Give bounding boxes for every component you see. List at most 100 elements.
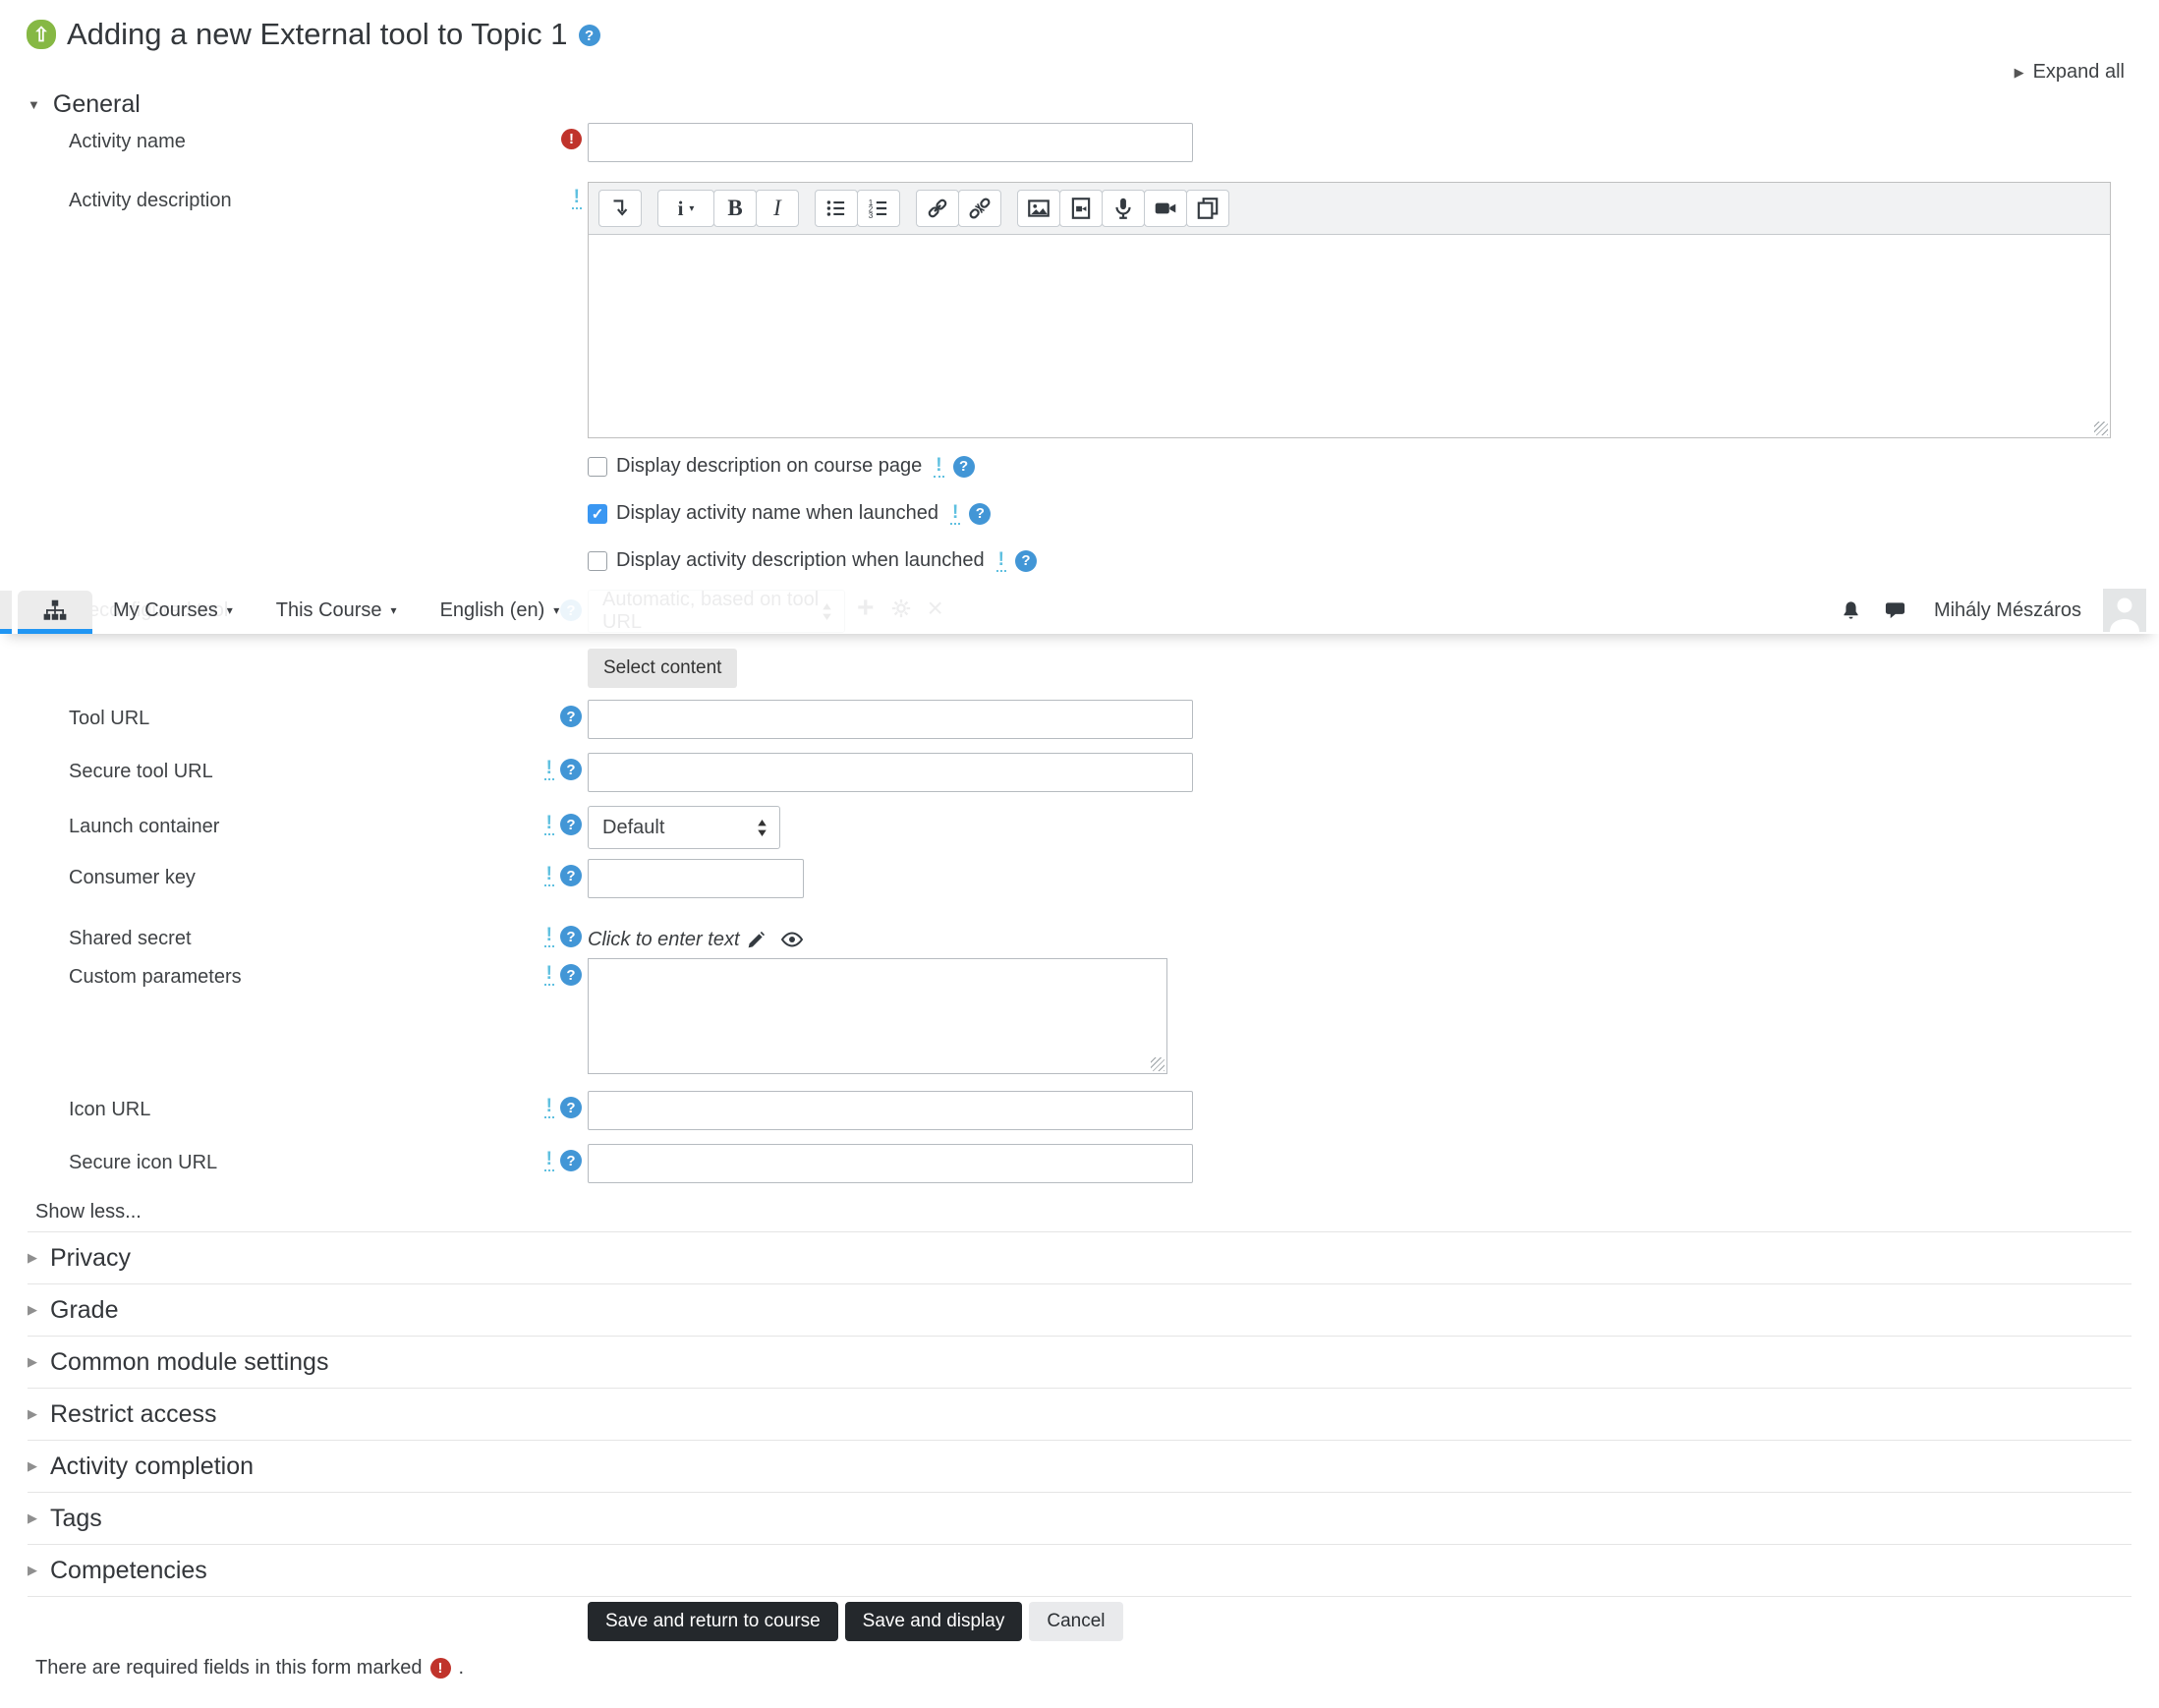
checkbox-label: Display activity name when launched xyxy=(616,502,938,524)
checkbox-row-display-description: Display description on course page ! ? xyxy=(588,455,975,478)
save-and-return-button[interactable]: Save and return to course xyxy=(588,1602,838,1641)
section-activity-completion[interactable]: ▶ Activity completion xyxy=(0,1441,2159,1492)
record-video-icon[interactable] xyxy=(1144,190,1187,227)
unordered-list-icon[interactable] xyxy=(815,190,858,227)
help-icon[interactable]: ? xyxy=(560,814,582,835)
display-description-checkbox[interactable] xyxy=(588,456,607,477)
advanced-icon: ! xyxy=(934,454,944,478)
help-icon[interactable]: ? xyxy=(560,1097,582,1118)
select-caret-icon xyxy=(757,819,767,836)
show-less-link[interactable]: Show less... xyxy=(35,1201,142,1224)
icon-url-input[interactable] xyxy=(588,1091,1193,1130)
nav-item-my-courses[interactable]: My Courses ▾ xyxy=(113,599,233,622)
messages-chat-icon[interactable] xyxy=(1884,599,1906,622)
user-name[interactable]: Mihály Mészáros xyxy=(1934,599,2081,622)
select-content-button[interactable]: Select content xyxy=(588,649,738,688)
help-icon[interactable]: ? xyxy=(1014,549,1037,572)
help-icon[interactable]: ? xyxy=(560,706,582,727)
chevron-down-icon: ▾ xyxy=(553,603,560,617)
manage-files-icon[interactable] xyxy=(1186,190,1229,227)
form-action-buttons: Save and return to course Save and displ… xyxy=(588,1602,1123,1641)
launch-container-select[interactable]: Default xyxy=(588,806,780,849)
help-icon[interactable]: ? xyxy=(952,455,975,478)
navbar: My Courses ▾ This Course ▾ English (en) … xyxy=(0,587,2159,634)
expand-all-arrow-icon: ▶ xyxy=(2014,64,2024,80)
editor-toolbar: i ▾ B I 123 xyxy=(589,183,2110,235)
icon-url-label: Icon URL xyxy=(69,1099,151,1120)
expand-all-link[interactable]: ▶ Expand all xyxy=(2015,61,2125,84)
activity-name-input[interactable] xyxy=(588,123,1193,162)
field-row-consumer-key: Consumer key ! ? xyxy=(0,859,2159,904)
paragraph-style-icon[interactable]: i ▾ xyxy=(657,190,714,227)
advanced-icon: ! xyxy=(949,501,961,525)
nav-tab-cutoff[interactable] xyxy=(0,591,12,634)
secure-icon-url-input[interactable] xyxy=(588,1144,1193,1183)
help-icon[interactable]: ? xyxy=(560,964,582,986)
help-icon[interactable]: ? xyxy=(560,926,582,947)
section-privacy[interactable]: ▶ Privacy xyxy=(0,1232,2159,1283)
bold-icon[interactable]: B xyxy=(713,190,757,227)
description-edit-area[interactable] xyxy=(589,235,2110,437)
insert-link-icon[interactable] xyxy=(916,190,959,227)
sitemap-icon xyxy=(42,598,68,623)
secure-tool-url-label: Secure tool URL xyxy=(69,761,213,782)
insert-image-icon[interactable] xyxy=(1017,190,1060,227)
display-activity-description-checkbox[interactable] xyxy=(588,550,607,571)
insert-media-icon[interactable] xyxy=(1059,190,1103,227)
section-tags[interactable]: ▶ Tags xyxy=(0,1493,2159,1544)
nav-tab-sitemap[interactable] xyxy=(18,591,92,634)
help-icon[interactable]: ? xyxy=(560,1150,582,1171)
field-row-icon-url: Icon URL ! ? xyxy=(0,1091,2159,1136)
collapse-toolbar-icon[interactable] xyxy=(598,190,642,227)
title-help-icon[interactable]: ? xyxy=(578,25,600,46)
advanced-icon: ! xyxy=(995,548,1006,572)
advanced-icon: ! xyxy=(543,1149,554,1171)
collapsed-arrow-icon: ▶ xyxy=(28,1354,37,1369)
record-audio-icon[interactable] xyxy=(1102,190,1145,227)
section-competencies[interactable]: ▶ Competencies xyxy=(0,1545,2159,1596)
nav-item-language[interactable]: English (en) ▾ xyxy=(440,599,560,622)
textarea-resize-handle[interactable] xyxy=(1151,1057,1165,1071)
nav-item-this-course[interactable]: This Course ▾ xyxy=(276,599,397,622)
checkbox-row-display-activity-description: Display activity description when launch… xyxy=(588,549,1037,572)
field-row-activity-name: Activity name ! xyxy=(0,123,2159,168)
field-row-secure-icon-url: Secure icon URL ! ? xyxy=(0,1144,2159,1189)
activity-name-label: Activity name xyxy=(69,131,186,152)
italic-icon[interactable]: I xyxy=(756,190,799,227)
tool-url-input[interactable] xyxy=(588,700,1193,739)
section-grade[interactable]: ▶ Grade xyxy=(0,1284,2159,1336)
section-common-module-settings[interactable]: ▶ Common module settings xyxy=(0,1337,2159,1388)
help-icon[interactable]: ? xyxy=(560,865,582,886)
collapsed-arrow-icon: ▶ xyxy=(28,1302,37,1317)
required-icon: ! xyxy=(561,129,582,149)
checkbox-label: Display activity description when launch… xyxy=(616,549,985,571)
advanced-icon: ! xyxy=(543,758,554,780)
editor-resize-handle[interactable] xyxy=(2094,422,2108,435)
ordered-list-icon[interactable]: 123 xyxy=(857,190,900,227)
section-general-title: General xyxy=(52,90,141,118)
unlink-icon[interactable] xyxy=(958,190,1001,227)
help-icon[interactable]: ? xyxy=(560,759,582,780)
svg-text:3: 3 xyxy=(869,211,874,220)
consumer-key-label: Consumer key xyxy=(69,867,196,888)
help-icon[interactable]: ? xyxy=(969,502,992,525)
cancel-button[interactable]: Cancel xyxy=(1029,1602,1123,1641)
user-avatar[interactable] xyxy=(2103,589,2146,632)
chevron-down-icon: ▾ xyxy=(390,603,397,617)
edit-pencil-icon[interactable] xyxy=(746,930,767,950)
display-activity-name-checkbox[interactable]: ✓ xyxy=(588,503,607,524)
eye-icon[interactable] xyxy=(780,928,804,951)
field-row-secure-tool-url: Secure tool URL ! ? xyxy=(0,753,2159,798)
shared-secret-placeholder[interactable]: Click to enter text xyxy=(588,929,740,951)
section-restrict-access[interactable]: ▶ Restrict access xyxy=(0,1389,2159,1440)
advanced-icon: ! xyxy=(543,864,554,886)
tool-url-label: Tool URL xyxy=(69,708,150,729)
activity-description-label: Activity description xyxy=(69,190,232,211)
section-general-header[interactable]: ▼ General xyxy=(28,90,141,119)
custom-parameters-textarea[interactable] xyxy=(588,958,1167,1074)
consumer-key-input[interactable] xyxy=(588,859,804,898)
notifications-bell-icon[interactable] xyxy=(1840,599,1862,622)
save-and-display-button[interactable]: Save and display xyxy=(844,1602,1023,1641)
advanced-icon: ! xyxy=(543,925,554,947)
secure-tool-url-input[interactable] xyxy=(588,753,1193,792)
